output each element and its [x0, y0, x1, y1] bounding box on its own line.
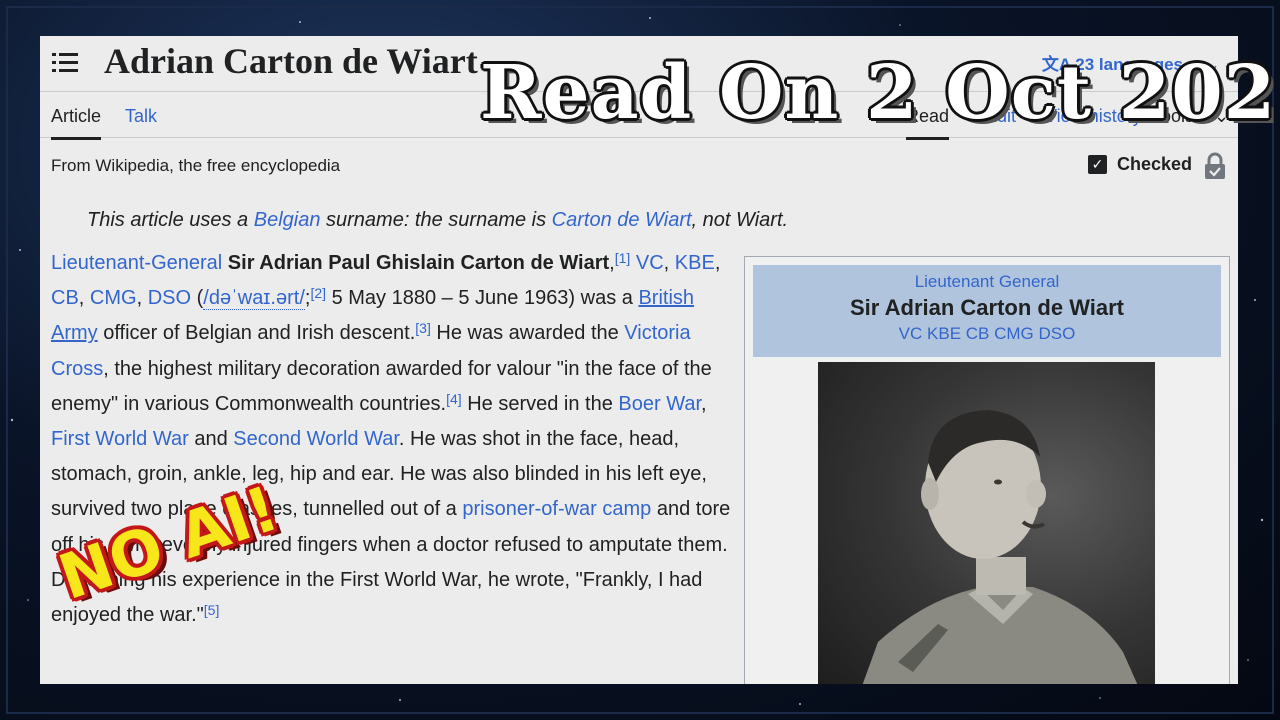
- text: ,: [701, 392, 707, 415]
- subject-name: Sir Adrian Paul Ghislain Carton de Wiart: [227, 252, 610, 274]
- hatnote-text: , not Wiart.: [691, 209, 789, 231]
- hatnote: This article uses a Belgian surname: the…: [87, 209, 788, 232]
- kbe-link[interactable]: KBE: [675, 252, 715, 274]
- citation-3[interactable]: [3]: [415, 320, 431, 336]
- vc-link[interactable]: VC: [636, 252, 664, 274]
- main-menu-icon[interactable]: [52, 52, 78, 74]
- citation-5[interactable]: [5]: [204, 602, 220, 618]
- infobox-header: Lieutenant General Sir Adrian Carton de …: [753, 265, 1221, 357]
- boer-war-link[interactable]: Boer War: [618, 393, 701, 415]
- checkbox-icon: ✓: [1087, 155, 1107, 174]
- infobox-name: Sir Adrian Carton de Wiart: [849, 295, 1125, 320]
- portrait-photo[interactable]: [818, 362, 1155, 684]
- infobox-rank-link[interactable]: Lieutenant General: [753, 272, 1221, 292]
- tab-talk[interactable]: Talk: [125, 106, 157, 127]
- life-dates: 5 May 1880 – 5 June 1963) was: [326, 287, 617, 310]
- pronunciation-link[interactable]: /dəˈwaɪ.ərt/: [203, 287, 305, 311]
- text: a: [621, 287, 639, 310]
- second-world-war-link[interactable]: Second World War: [233, 428, 399, 450]
- checked-label: Checked: [1116, 154, 1192, 174]
- citation-4[interactable]: [4]: [446, 391, 462, 407]
- lieutenant-general-link[interactable]: Lieutenant-General: [51, 252, 222, 274]
- lock-icon[interactable]: [1204, 152, 1226, 180]
- citation-1[interactable]: [1]: [615, 250, 631, 266]
- cb-link[interactable]: CB: [51, 287, 79, 309]
- text: He served in the: [461, 392, 619, 415]
- read-on-date-overlay: Read On 2 Oct 2025: [480, 50, 1280, 136]
- portrait-figure: [862, 410, 1138, 684]
- page-title: Adrian Carton de Wiart: [104, 41, 478, 81]
- infobox: Lieutenant General Sir Adrian Carton de …: [744, 256, 1230, 684]
- citation-2[interactable]: [2]: [310, 285, 326, 301]
- site-tagline: From Wikipedia, the free encyclopedia: [51, 156, 341, 175]
- belgian-link[interactable]: Belgian: [254, 209, 321, 231]
- first-world-war-link[interactable]: First World War: [51, 428, 189, 450]
- infobox-honours[interactable]: VC KBE CB CMG DSO: [753, 324, 1221, 344]
- tab-article[interactable]: Article: [51, 106, 102, 140]
- carton-de-wiart-link[interactable]: Carton de Wiart: [552, 209, 692, 231]
- prisoner-of-war-camp-link[interactable]: prisoner-of-war camp: [462, 498, 651, 520]
- dso-link[interactable]: DSO: [148, 287, 191, 309]
- cmg-link[interactable]: CMG: [90, 287, 137, 309]
- checked-status[interactable]: ✓ Checked: [1087, 154, 1192, 175]
- hatnote-text: surname: the surname is: [320, 209, 552, 231]
- text: officer of Belgian and Irish descent.: [97, 322, 416, 345]
- text: He was awarded the: [430, 322, 625, 345]
- hatnote-text: This article uses a: [87, 209, 254, 231]
- text: and: [188, 428, 234, 451]
